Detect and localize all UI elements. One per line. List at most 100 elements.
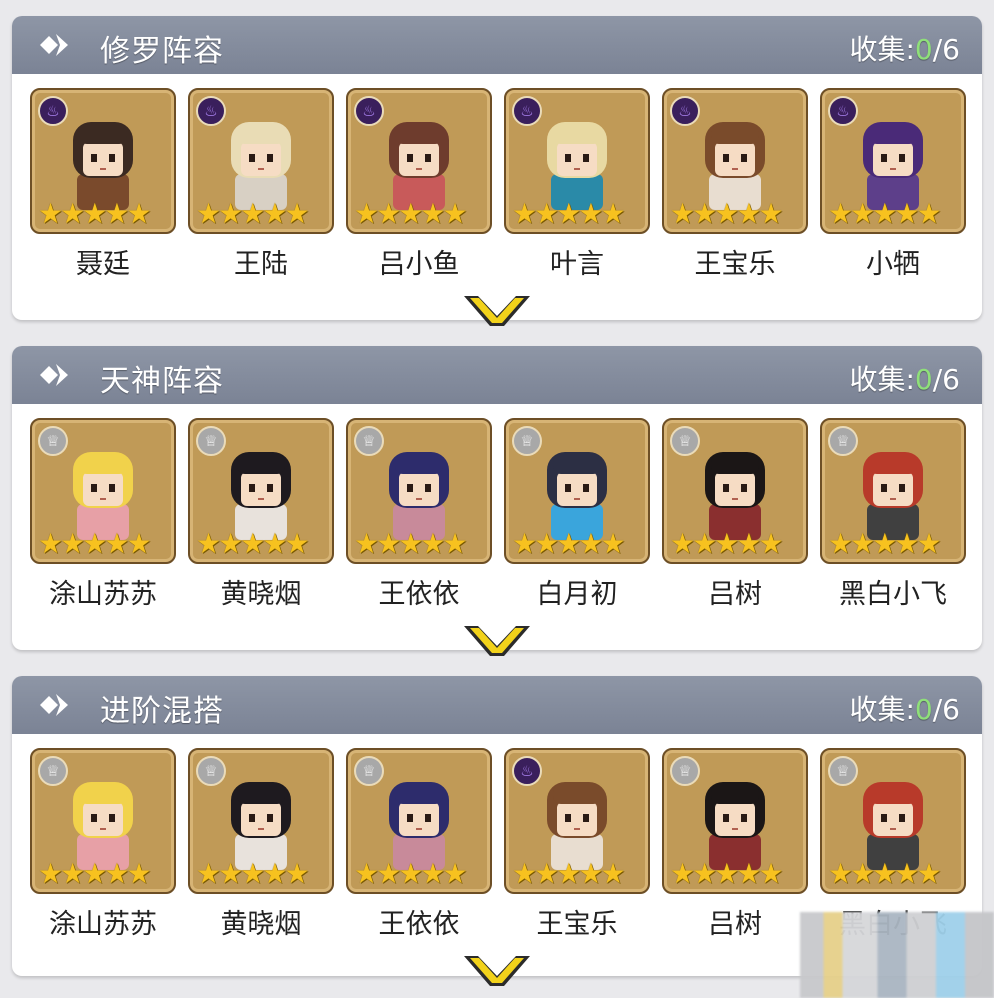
hero-portrait[interactable]: ♕ ★ ★ ★ ★ ★: [30, 748, 176, 894]
star-rating: ★ ★ ★ ★ ★: [828, 197, 942, 230]
hero-card[interactable]: ♨ ★ ★ ★ ★ ★ 叶言: [504, 88, 654, 281]
hero-card[interactable]: ♨ ★ ★ ★ ★ ★ 王宝乐: [504, 748, 654, 941]
diamond-arrow-icon: [40, 34, 68, 56]
hero-sprite-icon: [231, 452, 291, 540]
lineup-panel-tianshen: 天神阵容 收集:0/6 ♕ ★ ★ ★ ★ ★ 涂山苏苏 ♕ ★ ★ ★ ★ ★ 黄晓烟 ♕ ★ ★ ★ ★ ★ 王依依…: [12, 346, 982, 656]
expand-chevron-icon[interactable]: [462, 952, 532, 988]
hero-portrait[interactable]: ♨ ★ ★ ★ ★ ★: [662, 88, 808, 234]
hero-sprite-icon: [547, 452, 607, 540]
hero-portrait[interactable]: ♕ ★ ★ ★ ★ ★: [346, 748, 492, 894]
hero-card[interactable]: ♕ ★ ★ ★ ★ ★ 涂山苏苏: [30, 748, 180, 941]
hero-name: 涂山苏苏: [49, 579, 157, 610]
hero-card[interactable]: ♕ ★ ★ ★ ★ ★ 王依依: [346, 418, 496, 611]
star-icon: ★: [284, 197, 310, 230]
star-rating: ★ ★ ★ ★ ★: [196, 857, 310, 890]
hero-portrait[interactable]: ♨ ★ ★ ★ ★ ★: [346, 88, 492, 234]
section-title: 天神阵容: [100, 364, 224, 399]
hero-sprite-icon: [73, 782, 133, 870]
hero-name: 吕树: [708, 579, 762, 610]
star-rating: ★ ★ ★ ★ ★: [670, 527, 784, 560]
star-icon: ★: [916, 857, 942, 890]
star-rating: ★ ★ ★ ★ ★: [354, 527, 468, 560]
diamond-arrow-icon: [40, 694, 68, 716]
hero-card[interactable]: ♨ ★ ★ ★ ★ ★ 聂廷: [30, 88, 180, 281]
star-icon: ★: [126, 857, 152, 890]
hero-portrait[interactable]: ♨ ★ ★ ★ ★ ★: [504, 88, 650, 234]
hero-portrait[interactable]: ♨ ★ ★ ★ ★ ★: [504, 748, 650, 894]
panel-header: 进阶混搭 收集:0/6: [12, 676, 982, 734]
hero-sprite-icon: [705, 122, 765, 210]
star-icon: ★: [284, 857, 310, 890]
hero-portrait[interactable]: ♨ ★ ★ ★ ★ ★: [188, 88, 334, 234]
hero-sprite-icon: [389, 122, 449, 210]
panel-header: 天神阵容 收集:0/6: [12, 346, 982, 404]
hero-name: 王依依: [378, 579, 460, 610]
hero-portrait[interactable]: ♨ ★ ★ ★ ★ ★: [30, 88, 176, 234]
star-icon: ★: [758, 197, 784, 230]
hero-name: 王宝乐: [536, 909, 618, 940]
star-rating: ★ ★ ★ ★ ★: [354, 857, 468, 890]
hero-sprite-icon: [863, 782, 923, 870]
star-icon: ★: [442, 857, 468, 890]
hero-name: 王陆: [234, 249, 288, 280]
star-rating: ★ ★ ★ ★ ★: [512, 200, 626, 228]
star-icon: ★: [600, 527, 626, 560]
collect-counter: 收集:0/6: [849, 693, 960, 726]
hero-sprite-icon: [705, 452, 765, 540]
star-icon: ★: [442, 527, 468, 560]
expand-chevron-icon[interactable]: [462, 622, 532, 658]
hero-sprite-icon: [863, 122, 923, 210]
hero-name: 王宝乐: [694, 249, 776, 280]
star-rating: ★ ★ ★ ★ ★: [196, 197, 310, 230]
hero-portrait[interactable]: ♕ ★ ★ ★ ★ ★: [820, 748, 966, 894]
hero-sprite-icon: [547, 122, 607, 210]
hero-sprite-icon: [705, 782, 765, 870]
hero-name: 王依依: [378, 909, 460, 940]
hero-portrait[interactable]: ♕ ★ ★ ★ ★ ★: [188, 418, 334, 564]
star-icon: ★: [916, 527, 942, 560]
diamond-arrow-icon: [40, 364, 68, 386]
star-icon: ★: [758, 527, 784, 560]
hero-portrait[interactable]: ♕ ★ ★ ★ ★ ★: [504, 418, 650, 564]
hero-card[interactable]: ♕ ★ ★ ★ ★ ★ 涂山苏苏: [30, 418, 180, 611]
hero-portrait[interactable]: ♨ ★ ★ ★ ★ ★: [820, 88, 966, 234]
hero-portrait[interactable]: ♕ ★ ★ ★ ★ ★: [30, 418, 176, 564]
star-rating: ★ ★ ★ ★ ★: [828, 527, 942, 560]
hero-card[interactable]: ♨ ★ ★ ★ ★ ★ 小牺: [820, 88, 970, 281]
hero-card[interactable]: ♨ ★ ★ ★ ★ ★ 王陆: [188, 88, 338, 281]
hero-card[interactable]: ♕ ★ ★ ★ ★ ★ 吕树: [662, 748, 812, 941]
hero-card[interactable]: ♕ ★ ★ ★ ★ ★ 黄晓烟: [188, 418, 338, 611]
hero-portrait[interactable]: ♕ ★ ★ ★ ★ ★: [820, 418, 966, 564]
hero-card[interactable]: ♕ ★ ★ ★ ★ ★ 黄晓烟: [188, 748, 338, 941]
hero-sprite-icon: [73, 122, 133, 210]
star-rating: ★ ★ ★ ★ ★: [38, 857, 152, 890]
star-rating: ★ ★ ★ ★ ★: [828, 857, 942, 890]
hero-sprite-icon: [863, 452, 923, 540]
hero-card[interactable]: ♕ ★ ★ ★ ★ ★ 王依依: [346, 748, 496, 941]
expand-chevron-icon[interactable]: [462, 292, 532, 328]
hero-sprite-icon: [231, 122, 291, 210]
star-rating: ★ ★ ★ ★ ★: [354, 200, 468, 228]
hero-name: 聂廷: [76, 249, 130, 280]
hero-card[interactable]: ♕★★★★★ 黑白小飞: [820, 418, 970, 611]
star-rating: ★ ★ ★ ★ ★: [670, 197, 784, 230]
lineup-panel-shura: 修罗阵容 收集:0/6 ♨ ★ ★ ★ ★ ★ 聂廷 ♨ ★ ★ ★ ★ ★ 王陆 ♨ ★ ★ ★ ★ ★ 吕小鱼 ♨ ★ ★…: [12, 16, 982, 326]
hero-sprite-icon: [389, 782, 449, 870]
star-icon: ★: [916, 197, 942, 230]
hero-name: 吕树: [708, 909, 762, 940]
hero-portrait[interactable]: ♕ ★ ★ ★ ★ ★: [662, 748, 808, 894]
hero-portrait[interactable]: ♕ ★ ★ ★ ★ ★: [346, 418, 492, 564]
collect-counter: 收集:0/6: [849, 33, 960, 66]
star-icon: ★: [284, 527, 310, 560]
hero-card[interactable]: ♨ ★ ★ ★ ★ ★ 吕小鱼: [346, 88, 496, 281]
hero-name: 涂山苏苏: [49, 909, 157, 940]
hero-portrait[interactable]: ♕ ★ ★ ★ ★ ★: [662, 418, 808, 564]
hero-row: ♕ ★ ★ ★ ★ ★ 涂山苏苏 ♕ ★ ★ ★ ★ ★ 黄晓烟 ♕ ★ ★ ★ ★ ★ 王依依 ♕ ★ ★ ★ ★ ★ 白月初 ♕ ★ ★…: [30, 418, 970, 610]
hero-portrait[interactable]: ♕ ★ ★ ★ ★ ★: [188, 748, 334, 894]
hero-card[interactable]: ♨ ★ ★ ★ ★ ★ 王宝乐: [662, 88, 812, 281]
hero-sprite-icon: [231, 782, 291, 870]
hero-name: 叶言: [550, 249, 604, 280]
hero-card[interactable]: ♕ ★ ★ ★ ★ ★ 吕树: [662, 418, 812, 611]
hero-card[interactable]: ♕ ★ ★ ★ ★ ★ 白月初: [504, 418, 654, 611]
hero-name: 白月初: [536, 579, 618, 610]
